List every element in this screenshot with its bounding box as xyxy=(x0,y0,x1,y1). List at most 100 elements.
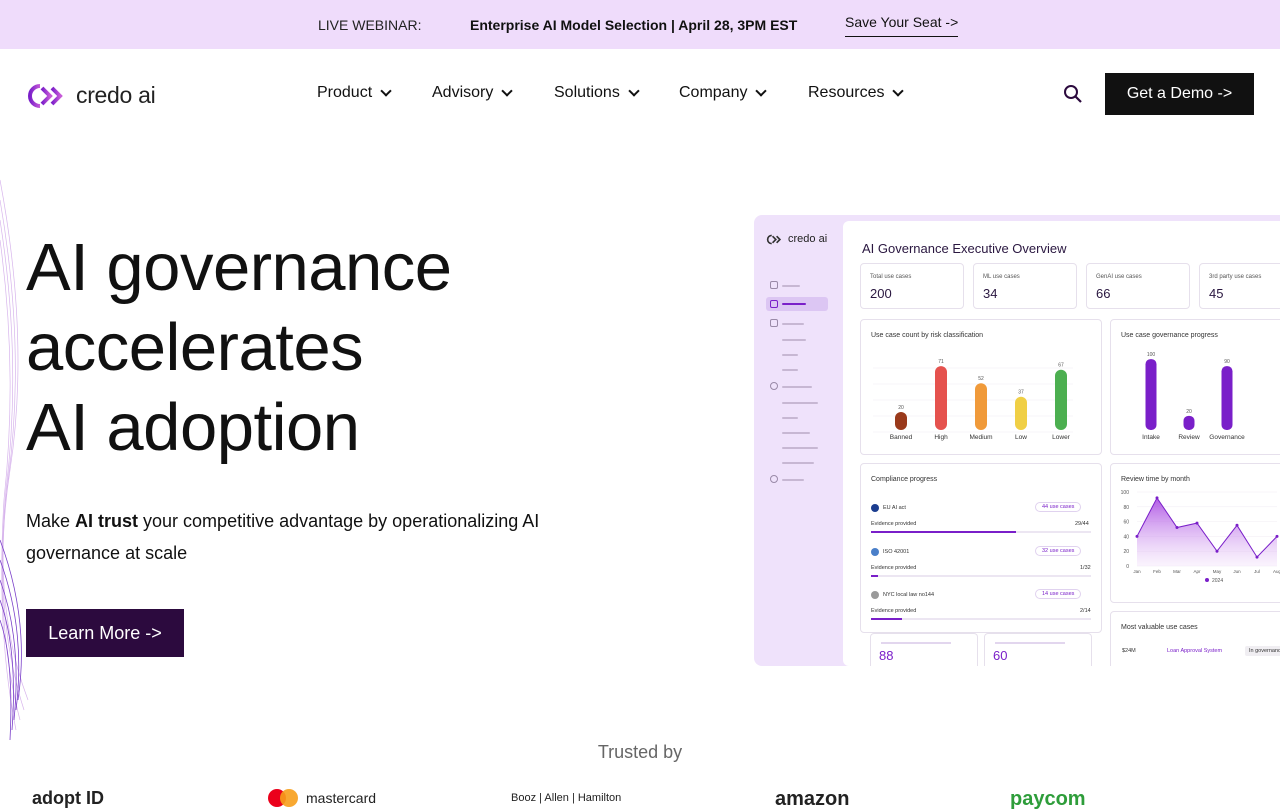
valuable-name[interactable]: Loan Approval System xyxy=(1167,648,1222,654)
save-seat-link[interactable]: Save Your Seat -> xyxy=(845,14,959,37)
hero-sub-text: Make xyxy=(26,511,76,531)
data-point xyxy=(1255,555,1259,559)
dashboard-title: AI Governance Executive Overview xyxy=(862,241,1067,256)
data-label: 71 xyxy=(938,359,944,365)
data-point xyxy=(1195,521,1199,525)
valuable-value: $24M xyxy=(1122,648,1136,654)
kpi-card: Total use cases 200 xyxy=(860,263,964,309)
nyc-seal-icon xyxy=(871,591,879,599)
evidence-count: 29/44 xyxy=(1075,521,1089,527)
hero-sub-bold: AI trust xyxy=(75,511,139,531)
progress-fill xyxy=(871,575,878,577)
tick-label: Lower xyxy=(1052,434,1071,441)
chevron-down-icon xyxy=(755,85,768,97)
compliance-pill[interactable]: 32 use cases xyxy=(1035,546,1082,556)
brand-name: credo ai xyxy=(76,82,156,108)
promo-banner: LIVE WEBINAR: Enterprise AI Model Select… xyxy=(0,0,1280,49)
nav-item-resources[interactable]: Resources xyxy=(808,84,905,102)
mini-kpi-card: 88 xyxy=(870,633,978,666)
shield-icon xyxy=(770,382,778,390)
x-tick-label: Jan xyxy=(1133,569,1141,574)
nav-item-solutions[interactable]: Solutions xyxy=(554,84,640,102)
bar xyxy=(1183,415,1195,430)
logo-text: adopt ID xyxy=(32,788,104,808)
governance-bar-chart: 100 Intake 20 Review 90 Governance xyxy=(1142,352,1245,441)
hero-title: AI governance accelerates AI adoption xyxy=(26,228,452,468)
data-label: 20 xyxy=(898,405,904,411)
chevron-down-icon xyxy=(380,85,392,97)
adopt-id-logo: adopt ID xyxy=(32,788,104,809)
compliance-pill[interactable]: 14 use cases xyxy=(1035,589,1082,599)
sidebar-item xyxy=(782,369,798,371)
sidebar-item xyxy=(782,462,814,464)
nav-label: Company xyxy=(679,84,748,101)
compliance-progress xyxy=(871,531,1091,533)
data-label: 90 xyxy=(1224,359,1230,365)
card-title: Use case count by risk classification xyxy=(871,332,984,339)
mini-kpi-value: 60 xyxy=(993,648,1008,663)
mini-kpi-value: 88 xyxy=(879,648,894,663)
logo-text: Booz | Allen | Hamilton xyxy=(511,792,622,804)
hero-title-line: AI governance xyxy=(26,230,452,305)
bar xyxy=(1015,396,1027,430)
chevron-down-icon xyxy=(628,85,640,97)
sidebar-item xyxy=(782,285,800,287)
sidebar-item xyxy=(782,402,818,404)
progress-fill xyxy=(871,531,1017,533)
bar xyxy=(935,366,947,430)
get-demo-button[interactable]: Get a Demo -> xyxy=(1105,73,1254,115)
sidebar-item xyxy=(782,354,798,356)
compliance-progress xyxy=(871,618,1091,620)
kpi-value: 45 xyxy=(1209,286,1224,301)
nav-label: Product xyxy=(317,84,373,101)
data-label: 52 xyxy=(978,376,984,382)
compliance-name: ISO 42001 xyxy=(883,549,910,555)
compliance-name: NYC local law no144 xyxy=(883,592,935,598)
valuable-status: In governance xyxy=(1245,646,1280,656)
y-tick-label: 80 xyxy=(1123,505,1129,511)
banner-label: LIVE WEBINAR: xyxy=(318,17,422,33)
bar xyxy=(1055,369,1067,430)
iso-icon xyxy=(871,548,879,556)
brand-logo[interactable]: credo ai xyxy=(26,82,156,109)
tick-label: High xyxy=(934,434,948,441)
search-icon[interactable] xyxy=(1063,84,1083,104)
mini-kpi-line xyxy=(995,642,1065,644)
governance-chart-card: Use case governance progress 100 Intake 20… xyxy=(1110,319,1280,455)
logo-text: paycom xyxy=(1010,788,1086,810)
legend-label: 2024 xyxy=(1212,578,1223,584)
data-point xyxy=(1235,523,1239,527)
trusted-by-label: Trusted by xyxy=(597,742,683,762)
logo-text: mastercard xyxy=(306,790,377,806)
chevron-down-icon xyxy=(892,85,905,97)
card-title: Review time by month xyxy=(1121,476,1190,483)
kpi-card: ML use cases 34 xyxy=(973,263,1077,309)
review-time-card: Review time by month 100 80 60 40 20 0 Jan Feb M… xyxy=(1110,463,1280,603)
kpi-label: ML use cases xyxy=(983,274,1020,280)
learn-more-button[interactable]: Learn More -> xyxy=(26,609,184,657)
risk-chart-card: Use case count by risk classification 20… xyxy=(860,319,1102,455)
data-point xyxy=(1215,549,1219,553)
data-label: 20 xyxy=(1186,409,1192,415)
chevron-down-icon xyxy=(501,85,514,97)
x-tick-label: Jun xyxy=(1233,569,1241,574)
tick-label: Banned xyxy=(890,434,913,441)
mastercard-logo: mastercard xyxy=(266,788,376,808)
data-label: 37 xyxy=(1018,390,1024,396)
sidebar-item xyxy=(782,479,804,481)
risk-bar-chart: 20 Banned 71 High 52 Medium 37 Low 67 Lower xyxy=(873,359,1073,441)
mini-kpi-line xyxy=(881,642,951,644)
compliance-pill[interactable]: 44 use cases xyxy=(1035,502,1082,512)
nav-item-advisory[interactable]: Advisory xyxy=(432,84,514,102)
nav-item-company[interactable]: Company xyxy=(679,84,768,102)
tick-label: Intake xyxy=(1142,434,1160,441)
booz-allen-logo: Booz | Allen | Hamilton xyxy=(511,792,621,804)
kpi-value: 200 xyxy=(870,286,892,301)
sidebar-item xyxy=(782,303,806,305)
kpi-card: GenAI use cases 66 xyxy=(1086,263,1190,309)
mastercard-circles-icon xyxy=(268,789,298,807)
nav-item-product[interactable]: Product xyxy=(317,84,392,102)
grid-icon xyxy=(770,300,778,308)
nav-label: Advisory xyxy=(432,84,494,101)
data-point xyxy=(1275,534,1279,538)
